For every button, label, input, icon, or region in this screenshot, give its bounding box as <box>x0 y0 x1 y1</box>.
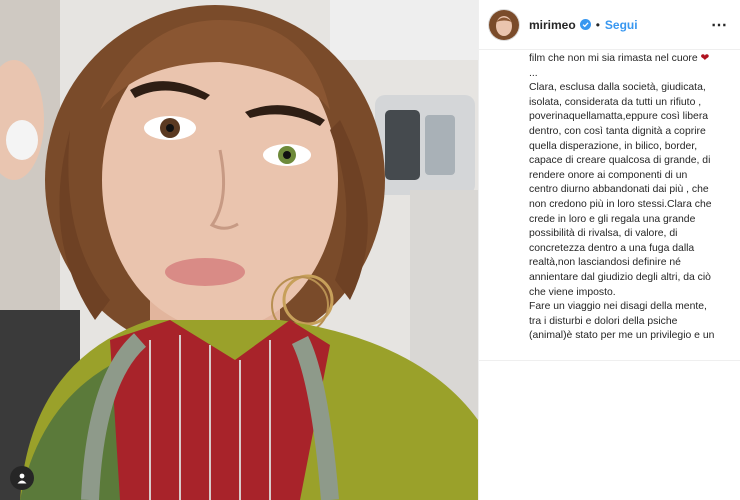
divider <box>479 360 740 361</box>
caption-line: che viene imposto. <box>529 286 616 298</box>
caption-line: annientare dal giudizio degli altri, da … <box>529 271 711 283</box>
caption-text: film che non mi sia rimasta nel cuore <box>529 53 698 64</box>
caption-line: concretezza dentro a una fuga dalla <box>529 242 695 254</box>
caption-line: capace di creare qualcosa di grande, di <box>529 155 711 167</box>
avatar[interactable] <box>489 9 519 40</box>
caption-line: isolata, considerata da tutti un rifiuto… <box>529 96 702 108</box>
separator-dot: • <box>595 17 600 32</box>
caption-line: crede in loro e gli regala una grande <box>529 213 696 225</box>
caption-line: poverinaquellamatta,eppure così libera <box>529 111 709 123</box>
more-options-icon[interactable]: ⋯ <box>711 15 728 35</box>
caption-line: (animal)è stato per me un privilegio e u… <box>529 330 715 342</box>
caption-line: film che non mi sia rimasta nel cuore ❤ <box>529 52 729 67</box>
post-header: mirimeo • Segui ⋯ <box>479 0 740 50</box>
caption-line: non credono più in loro stessi.Clara che <box>529 198 712 210</box>
caption-line: tra i disturbi e dolori della psiche <box>529 315 678 327</box>
post-photo[interactable] <box>0 0 478 500</box>
post-side-panel: mirimeo • Segui ⋯ film che non mi sia ri… <box>478 0 740 500</box>
caption-line: quella disperazione, in bilico, border, <box>529 140 698 152</box>
caption-line: realtà,non lasciandosi definire né <box>529 257 681 269</box>
caption-line: rendere onore ai componenti di un <box>529 169 688 181</box>
caption-line: Clara, esclusa dalla società, giudicata, <box>529 82 706 94</box>
username-link[interactable]: mirimeo <box>529 18 576 32</box>
post-caption: film che non mi sia rimasta nel cuore ❤ … <box>529 52 729 362</box>
portrait-image <box>0 0 478 500</box>
caption-line: possibilità di rivalsa, di valore, di <box>529 228 678 240</box>
heart-icon: ❤ <box>700 53 710 64</box>
caption-line: ... <box>529 67 538 79</box>
user-tag-icon[interactable] <box>10 466 34 490</box>
caption-line: dentro, con così tanta dignità a coprire <box>529 125 706 137</box>
verified-badge-icon <box>579 19 591 30</box>
caption-line: Fare un viaggio nei disagi della mente, <box>529 301 707 313</box>
caption-line: centro diurno abbandonati dai più , che <box>529 184 709 196</box>
follow-button[interactable]: Segui <box>605 18 638 32</box>
